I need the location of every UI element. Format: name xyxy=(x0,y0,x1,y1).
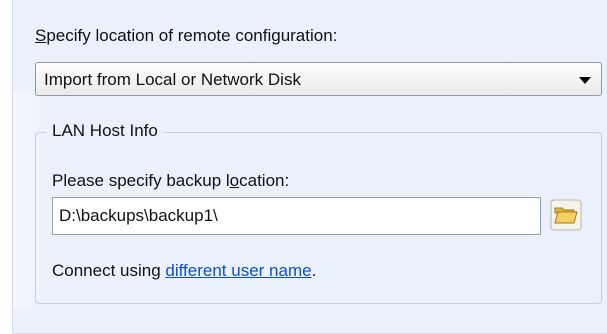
lan-host-info-title: LAN Host Info xyxy=(46,121,164,141)
location-dropdown[interactable]: Import from Local or Network Disk xyxy=(35,62,602,96)
chevron-down-icon xyxy=(579,77,591,84)
connect-using-line: Connect using different user name. xyxy=(52,261,316,281)
location-label: Specify location of remote configuration… xyxy=(35,26,337,46)
location-dropdown-value: Import from Local or Network Disk xyxy=(44,70,301,89)
location-label-mnemonic: S xyxy=(35,26,47,45)
different-user-link[interactable]: different user name xyxy=(165,261,311,280)
connect-post-text: . xyxy=(311,261,317,280)
backup-path-input[interactable] xyxy=(52,197,541,235)
lan-host-info-group: LAN Host Info Please specify backup loca… xyxy=(35,121,602,304)
backup-label-mnemonic: o xyxy=(229,171,240,190)
connect-pre-text: Connect using xyxy=(52,261,166,280)
browse-folder-button[interactable] xyxy=(550,199,582,231)
backup-location-label: Please specify backup location: xyxy=(52,171,289,191)
remote-config-panel: Specify location of remote configuration… xyxy=(12,0,607,334)
backup-label-pre: Please specify backup l xyxy=(52,171,230,190)
folder-open-icon xyxy=(550,199,582,231)
backup-label-post: cation: xyxy=(239,171,290,190)
location-label-text: pecify location of remote configuration: xyxy=(46,26,338,45)
